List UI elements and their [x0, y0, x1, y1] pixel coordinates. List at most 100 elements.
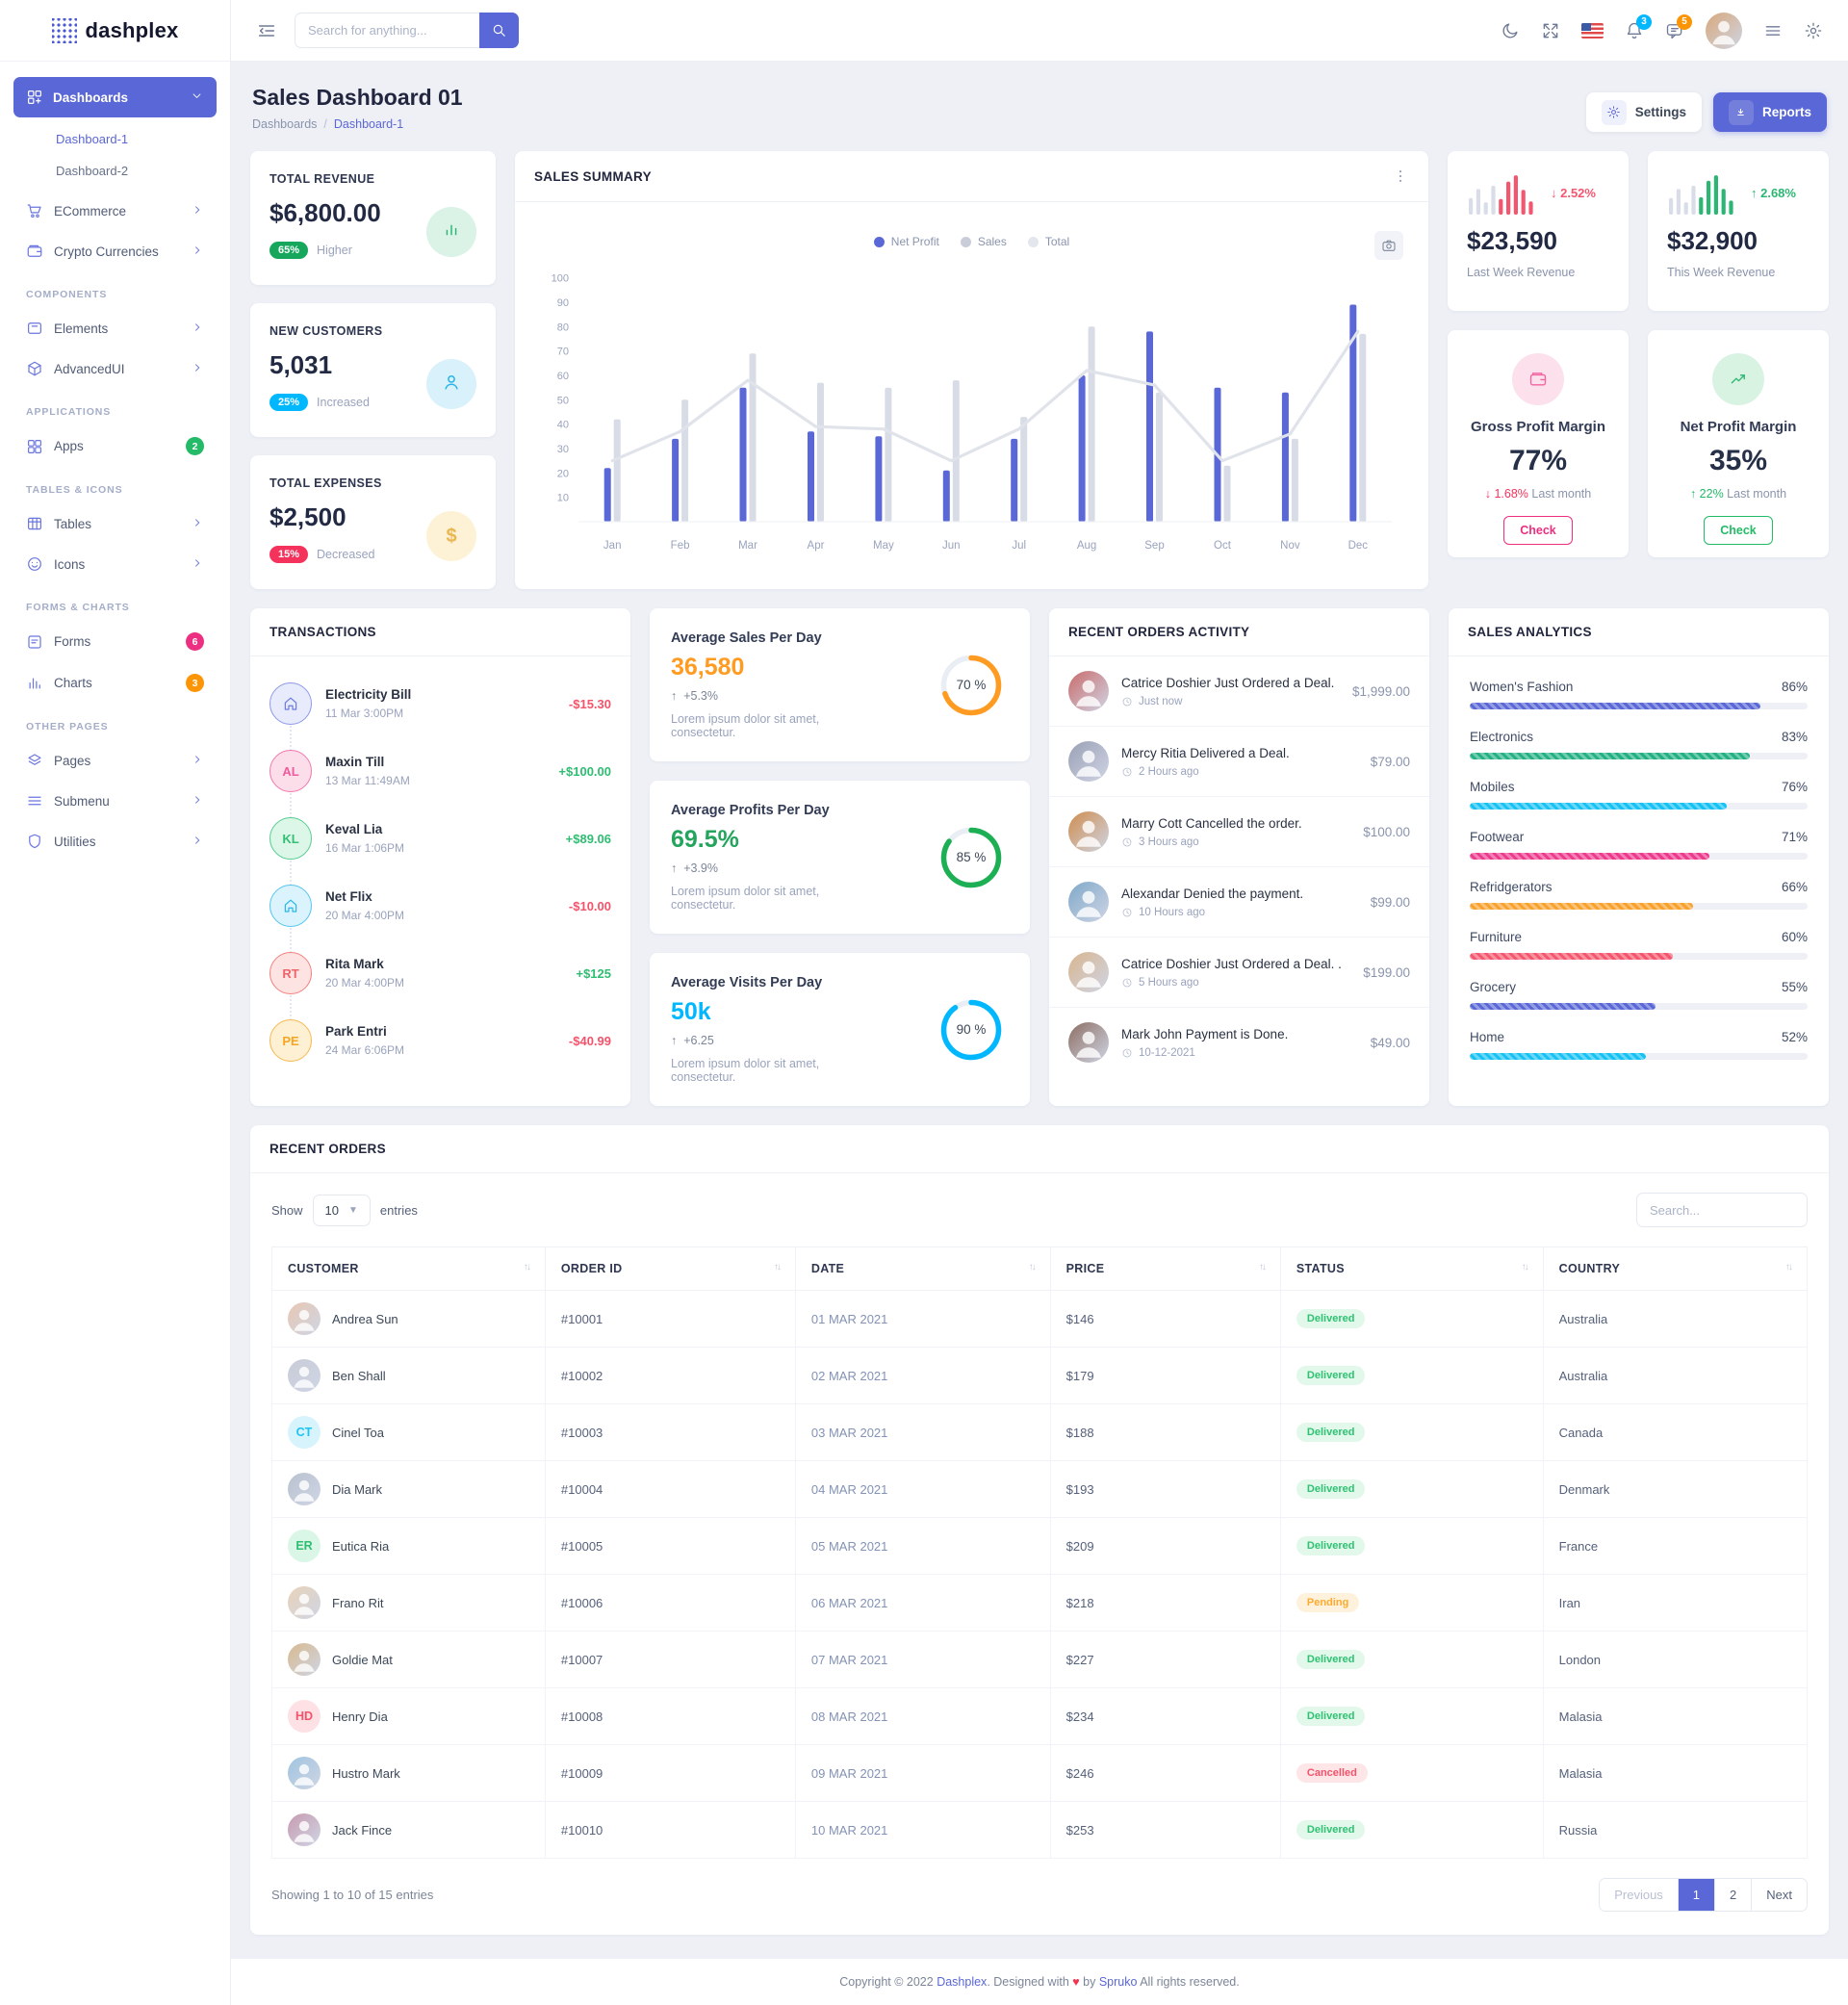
- messages-button[interactable]: 5: [1665, 21, 1684, 40]
- table-row[interactable]: Dia Mark#1000404 MAR 2021$193DeliveredDe…: [272, 1461, 1808, 1518]
- transaction-row[interactable]: RTRita Mark20 Mar 4:00PM+$125: [270, 939, 611, 1007]
- avatar-initials: PE: [270, 1019, 312, 1062]
- customer-name: Cinel Toa: [332, 1426, 384, 1440]
- entries-per-page-select[interactable]: 10▼: [313, 1195, 371, 1226]
- legend-total[interactable]: Total: [1028, 235, 1069, 248]
- gear-icon: [1606, 105, 1621, 119]
- fullscreen-button[interactable]: [1541, 21, 1560, 40]
- svg-text:70 %: 70 %: [957, 678, 987, 692]
- legend-sales[interactable]: Sales: [961, 235, 1007, 248]
- column-header-customer[interactable]: CUSTOMER↑↓: [272, 1247, 546, 1291]
- customer-name: Jack Fince: [332, 1823, 392, 1838]
- check-button[interactable]: Check: [1704, 516, 1773, 545]
- order-date: 08 MAR 2021: [795, 1688, 1050, 1745]
- status-badge: Delivered: [1296, 1536, 1366, 1555]
- table-search-input[interactable]: [1636, 1193, 1808, 1227]
- column-header-order-id[interactable]: ORDER ID↑↓: [545, 1247, 795, 1291]
- sidebar-subitem-dashboard-1[interactable]: Dashboard-1: [56, 123, 217, 155]
- pagination: Previous12Next: [1599, 1878, 1808, 1912]
- breadcrumb-root[interactable]: Dashboards: [252, 117, 317, 131]
- sidebar-item-charts[interactable]: Charts3: [13, 662, 217, 704]
- chart-legend: Net Profit Sales Total: [532, 235, 1411, 248]
- sidebar-toggle-button[interactable]: [256, 20, 277, 41]
- legend-net-profit[interactable]: Net Profit: [874, 235, 939, 248]
- customer-name: Henry Dia: [332, 1709, 388, 1724]
- notifications-button[interactable]: 3: [1625, 21, 1644, 40]
- table-row[interactable]: CTCinel Toa#1000303 MAR 2021$188Delivere…: [272, 1404, 1808, 1461]
- progress-bar: [1470, 1003, 1808, 1010]
- sidebar-item-forms[interactable]: Forms6: [13, 621, 217, 662]
- lines-icon: [1763, 21, 1783, 40]
- sidebar-item-crypto-currencies[interactable]: Crypto Currencies: [13, 231, 217, 271]
- avatar-photo: [288, 1586, 321, 1619]
- activity-row[interactable]: Marry Cott Cancelled the order.3 Hours a…: [1049, 797, 1429, 867]
- page-content: Sales Dashboard 01 Dashboards/Dashboard-…: [231, 62, 1848, 1958]
- pagination-previous[interactable]: Previous: [1600, 1879, 1678, 1911]
- settings-icon-button[interactable]: [1804, 21, 1823, 40]
- activity-row[interactable]: Catrice Doshier Just Ordered a Deal.Just…: [1049, 656, 1429, 727]
- bar-stat-icon: [441, 219, 462, 241]
- sidebar-item-ecommerce[interactable]: ECommerce: [13, 191, 217, 231]
- chart-export-button[interactable]: [1374, 231, 1403, 260]
- table-row[interactable]: Ben Shall#1000202 MAR 2021$179DeliveredA…: [272, 1348, 1808, 1404]
- table-row[interactable]: Goldie Mat#1000707 MAR 2021$227Delivered…: [272, 1632, 1808, 1688]
- transaction-row[interactable]: KLKeval Lia16 Mar 1:06PM+$89.06: [270, 805, 611, 872]
- table-row[interactable]: HDHenry Dia#1000808 MAR 2021$234Delivere…: [272, 1688, 1808, 1745]
- table-row[interactable]: Jack Fince#1001010 MAR 2021$253Delivered…: [272, 1802, 1808, 1859]
- order-country: Malasia: [1543, 1688, 1807, 1745]
- check-button[interactable]: Check: [1503, 516, 1573, 545]
- transaction-row[interactable]: Net Flix20 Mar 4:00PM-$10.00: [270, 872, 611, 939]
- activity-row[interactable]: Mercy Ritia Delivered a Deal.2 Hours ago…: [1049, 727, 1429, 797]
- sidebar-item-advancedui[interactable]: AdvancedUI: [13, 348, 217, 389]
- apps-menu-button[interactable]: [1763, 21, 1783, 40]
- footer-link-dashplex[interactable]: Dashplex: [937, 1975, 987, 1989]
- sidebar-item-icons[interactable]: Icons: [13, 544, 217, 584]
- transactions-title: TRANSACTIONS: [270, 625, 376, 639]
- user-avatar-button[interactable]: [1706, 13, 1742, 49]
- settings-button[interactable]: Settings: [1586, 92, 1702, 132]
- table-row[interactable]: Frano Rit#1000606 MAR 2021$218PendingIra…: [272, 1575, 1808, 1632]
- gear-icon: [1804, 21, 1823, 40]
- sidebar-item-utilities[interactable]: Utilities: [13, 821, 217, 861]
- sidebar-item-submenu[interactable]: Submenu: [13, 781, 217, 821]
- footer-link-spruko[interactable]: Spruko: [1099, 1975, 1138, 1989]
- pagination-page-2[interactable]: 2: [1714, 1879, 1751, 1911]
- activity-amount: $99.00: [1371, 895, 1410, 910]
- pagination-page-1[interactable]: 1: [1678, 1879, 1714, 1911]
- search-button[interactable]: [479, 13, 519, 48]
- reports-button[interactable]: Reports: [1713, 92, 1827, 132]
- table-row[interactable]: EREutica Ria#1000505 MAR 2021$209Deliver…: [272, 1518, 1808, 1575]
- table-row[interactable]: Hustro Mark#1000909 MAR 2021$246Cancelle…: [272, 1745, 1808, 1802]
- transaction-row[interactable]: PEPark Entri24 Mar 6:06PM-$40.99: [270, 1007, 611, 1074]
- column-header-price[interactable]: PRICE↑↓: [1050, 1247, 1280, 1291]
- transaction-name: Electricity Bill: [325, 687, 411, 702]
- sidebar-item-pages[interactable]: Pages: [13, 740, 217, 781]
- logo[interactable]: dashplex: [0, 0, 230, 62]
- dark-mode-toggle[interactable]: [1501, 21, 1520, 40]
- menu-collapse-icon: [256, 20, 277, 41]
- sidebar-item-apps[interactable]: Apps2: [13, 425, 217, 467]
- language-flag-button[interactable]: [1581, 23, 1604, 39]
- column-header-date[interactable]: DATE↑↓: [795, 1247, 1050, 1291]
- sidebar-item-tables[interactable]: Tables: [13, 503, 217, 544]
- activity-row[interactable]: Mark John Payment is Done.10-12-2021$49.…: [1049, 1008, 1429, 1077]
- transaction-row[interactable]: ALMaxin Till13 Mar 11:49AM+$100.00: [270, 737, 611, 805]
- search-input[interactable]: [295, 13, 479, 48]
- download-icon: [1733, 105, 1748, 119]
- column-header-country[interactable]: COUNTRY↑↓: [1543, 1247, 1807, 1291]
- activity-row[interactable]: Catrice Doshier Just Ordered a Deal. .5 …: [1049, 938, 1429, 1008]
- sidebar-item-dashboards[interactable]: Dashboards: [13, 77, 217, 117]
- activity-amount: $1,999.00: [1352, 684, 1410, 699]
- pagination-next[interactable]: Next: [1751, 1879, 1807, 1911]
- sidebar-subitem-dashboard-2[interactable]: Dashboard-2: [56, 155, 217, 187]
- table-row[interactable]: Andrea Sun#1000101 MAR 2021$146Delivered…: [272, 1291, 1808, 1348]
- column-header-status[interactable]: STATUS↑↓: [1280, 1247, 1543, 1291]
- sidebar-item-elements[interactable]: Elements: [13, 308, 217, 348]
- more-options-icon[interactable]: [1392, 167, 1409, 185]
- transaction-time: 20 Mar 4:00PM: [325, 909, 404, 922]
- status-badge: Delivered: [1296, 1707, 1366, 1726]
- progress-bar: [1470, 953, 1808, 960]
- activity-time: 10-12-2021: [1139, 1047, 1195, 1059]
- transaction-row[interactable]: Electricity Bill11 Mar 3:00PM-$15.30: [270, 670, 611, 737]
- activity-row[interactable]: Alexandar Denied the payment.10 Hours ag…: [1049, 867, 1429, 938]
